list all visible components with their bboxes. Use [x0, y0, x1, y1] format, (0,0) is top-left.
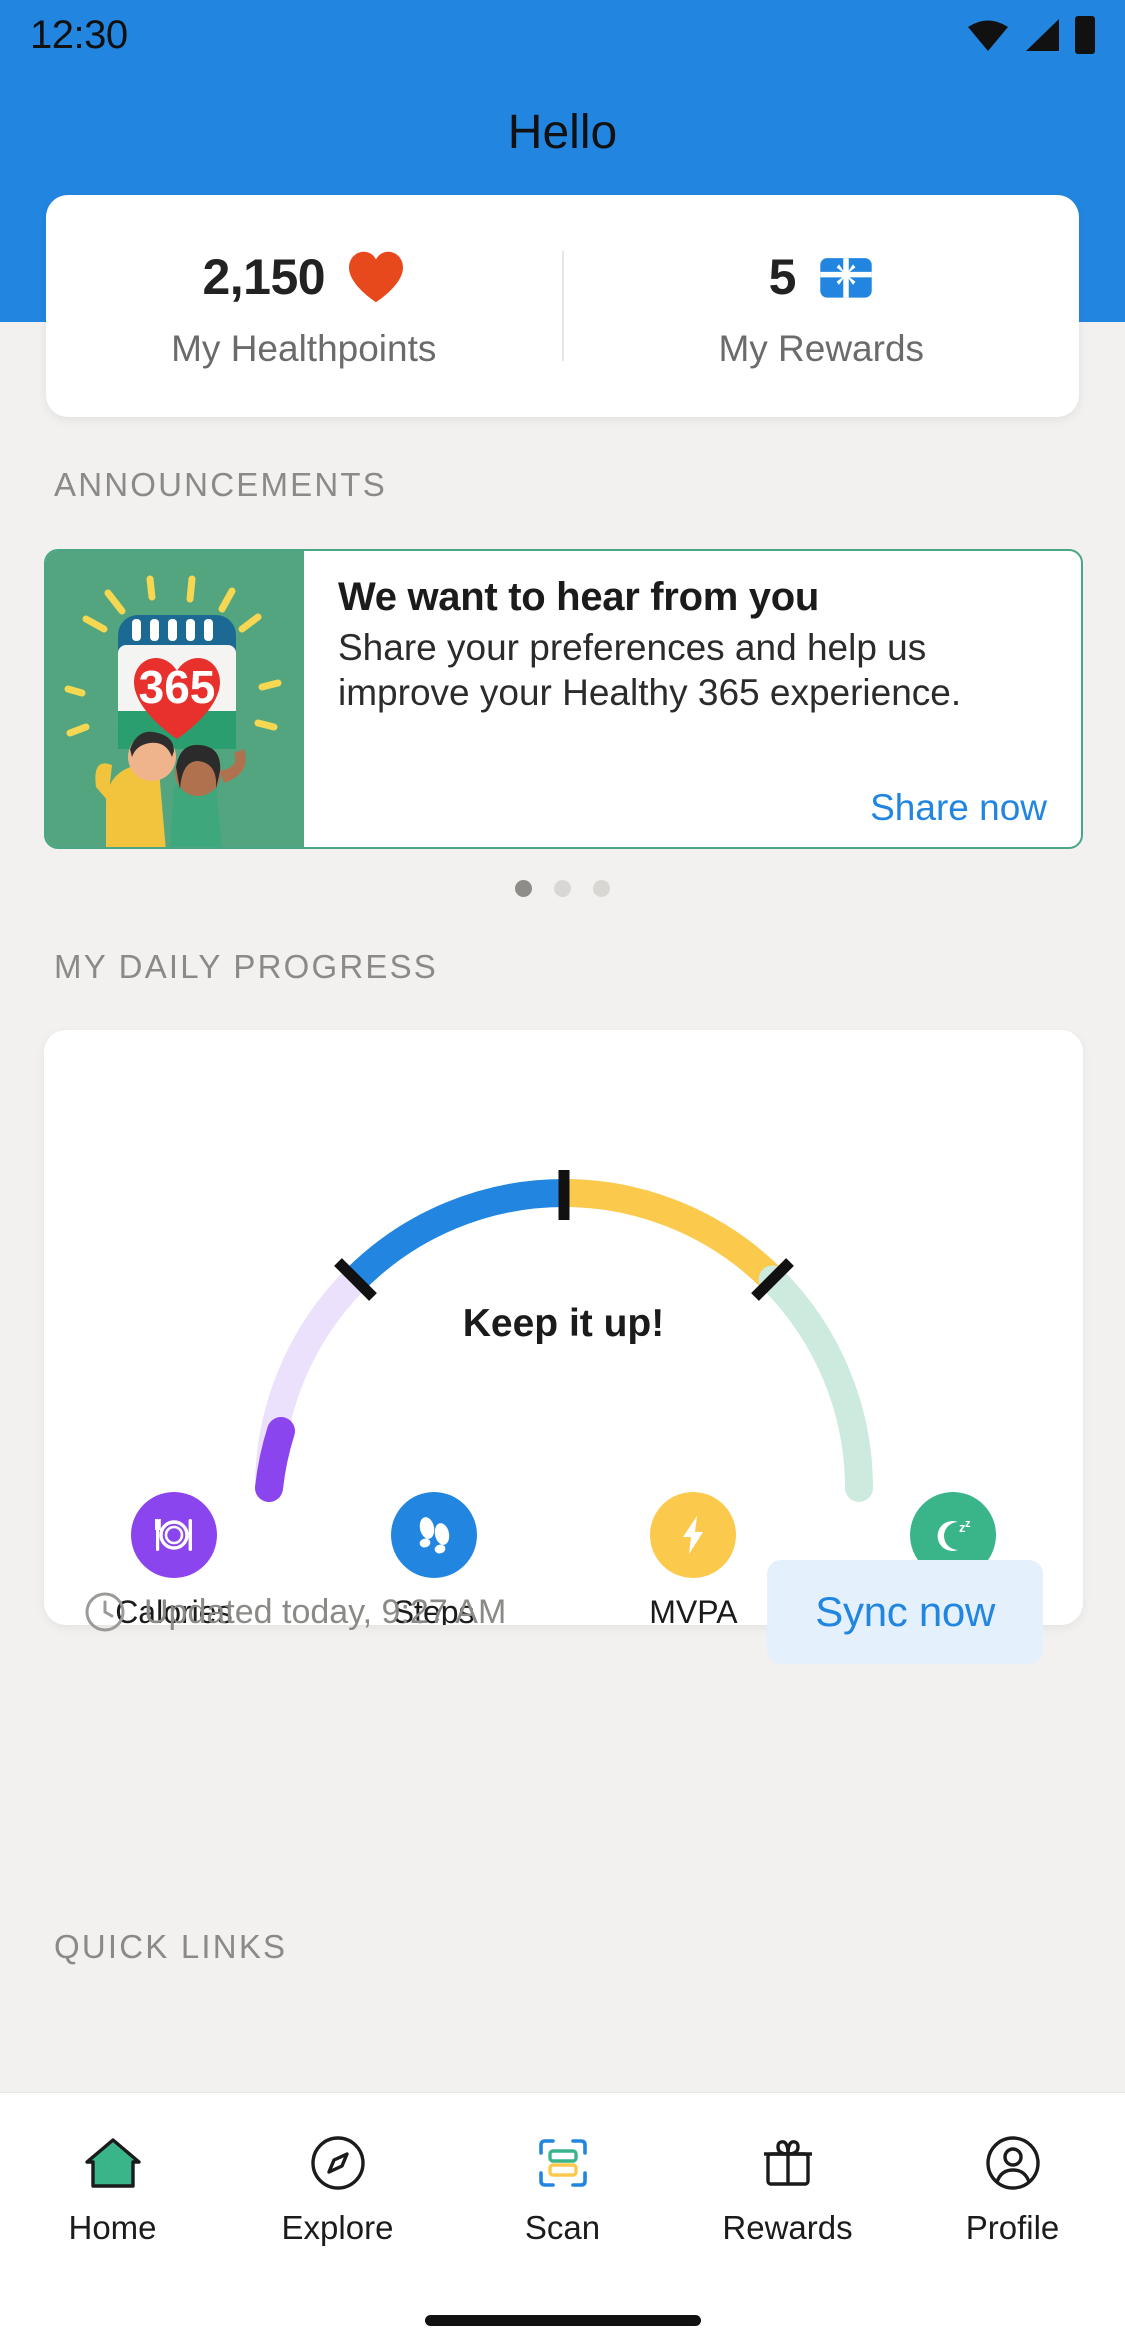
progress-footer: Updated today, 9:27 AM Sync now [44, 1552, 1083, 1672]
nav-item-explore[interactable]: Explore [225, 2131, 450, 2247]
gift-icon [820, 258, 872, 298]
page-title: Hello [507, 106, 618, 159]
carousel-dot-3[interactable] [593, 880, 610, 897]
battery-icon [1075, 16, 1095, 54]
progress-gauge [164, 1048, 964, 1523]
progress-message: Keep it up! [462, 1302, 665, 1345]
bottom-navigation: Home Explore Scan Rewards Profile [0, 2092, 1125, 2352]
gauge-segment-calories [254, 1417, 295, 1502]
person-circle-icon [981, 2131, 1045, 2195]
healthpoints-value: 2,150 [202, 249, 326, 305]
nav-item-home[interactable]: Home [0, 2131, 225, 2247]
gift-outline-icon [756, 2131, 820, 2195]
scan-icon [531, 2131, 595, 2195]
signal-icon [1026, 19, 1059, 51]
daily-progress-heading: MY DAILY PROGRESS [54, 948, 439, 985]
summary-card: 2,150 My Healthpoints 5 My Rewards [46, 195, 1079, 417]
home-icon [81, 2131, 145, 2195]
announcement-description: Share your preferences and help us impro… [338, 627, 962, 713]
quick-links-heading: QUICK LINKS [54, 1928, 288, 1965]
nav-label-home: Home [68, 2209, 157, 2246]
gauge-segment-steps [345, 1179, 564, 1290]
rewards-tile[interactable]: 5 My Rewards [564, 242, 1080, 370]
last-updated: Updated today, 9:27 AM [84, 1591, 506, 1633]
rewards-label: My Rewards [718, 328, 925, 369]
nav-label-scan: Scan [524, 2209, 601, 2246]
healthpoints-value-row: 2,150 [202, 242, 405, 312]
home-indicator [424, 2315, 701, 2326]
announcement-body: We want to hear from you Share your pref… [304, 551, 1081, 847]
daily-progress-card: Keep it up! Calories 258 consumed [44, 1030, 1083, 1625]
nav-label-profile: Profile [965, 2209, 1060, 2246]
last-updated-text: Updated today, 9:27 AM [144, 1592, 507, 1631]
status-bar-icons [967, 16, 1095, 54]
share-now-link[interactable]: Share now [870, 787, 1047, 829]
nav-label-explore: Explore [281, 2209, 394, 2246]
status-bar-time: 12:30 [30, 12, 128, 57]
rewards-value-row: 5 [769, 242, 874, 312]
healthpoints-label: My Healthpoints [171, 328, 437, 369]
nav-item-rewards[interactable]: Rewards [675, 2131, 900, 2247]
announcements-heading: ANNOUNCEMENTS [54, 466, 387, 503]
compass-icon [306, 2131, 370, 2195]
rewards-value: 5 [768, 249, 797, 305]
app-screen: 12:30 Hello 2,150 My Healthpoints 5 My R… [0, 0, 1125, 2352]
svg-text:z: z [965, 1518, 971, 1530]
nav-label-rewards: Rewards [722, 2209, 853, 2246]
healthy-365-calendar-illustration: 365 [46, 551, 304, 847]
announcement-card[interactable]: 365 We want to hear from you Share your … [44, 549, 1083, 849]
nav-item-profile[interactable]: Profile [900, 2131, 1125, 2247]
carousel-dot-2[interactable] [554, 880, 571, 897]
gauge-segment-mvpa [563, 1179, 782, 1290]
heart-icon [349, 251, 404, 303]
healthpoints-tile[interactable]: 2,150 My Healthpoints [46, 242, 562, 370]
carousel-dot-1[interactable] [515, 880, 532, 897]
wifi-icon [968, 20, 1008, 51]
status-bar: 12:30 [0, 0, 1125, 70]
nav-item-scan[interactable]: Scan [450, 2131, 675, 2247]
announcement-title: We want to hear from you [338, 575, 820, 619]
sync-now-button[interactable]: Sync now [767, 1560, 1043, 1664]
svg-text:365: 365 [139, 661, 216, 713]
clock-icon [85, 1592, 125, 1632]
carousel-dots [0, 880, 1125, 897]
